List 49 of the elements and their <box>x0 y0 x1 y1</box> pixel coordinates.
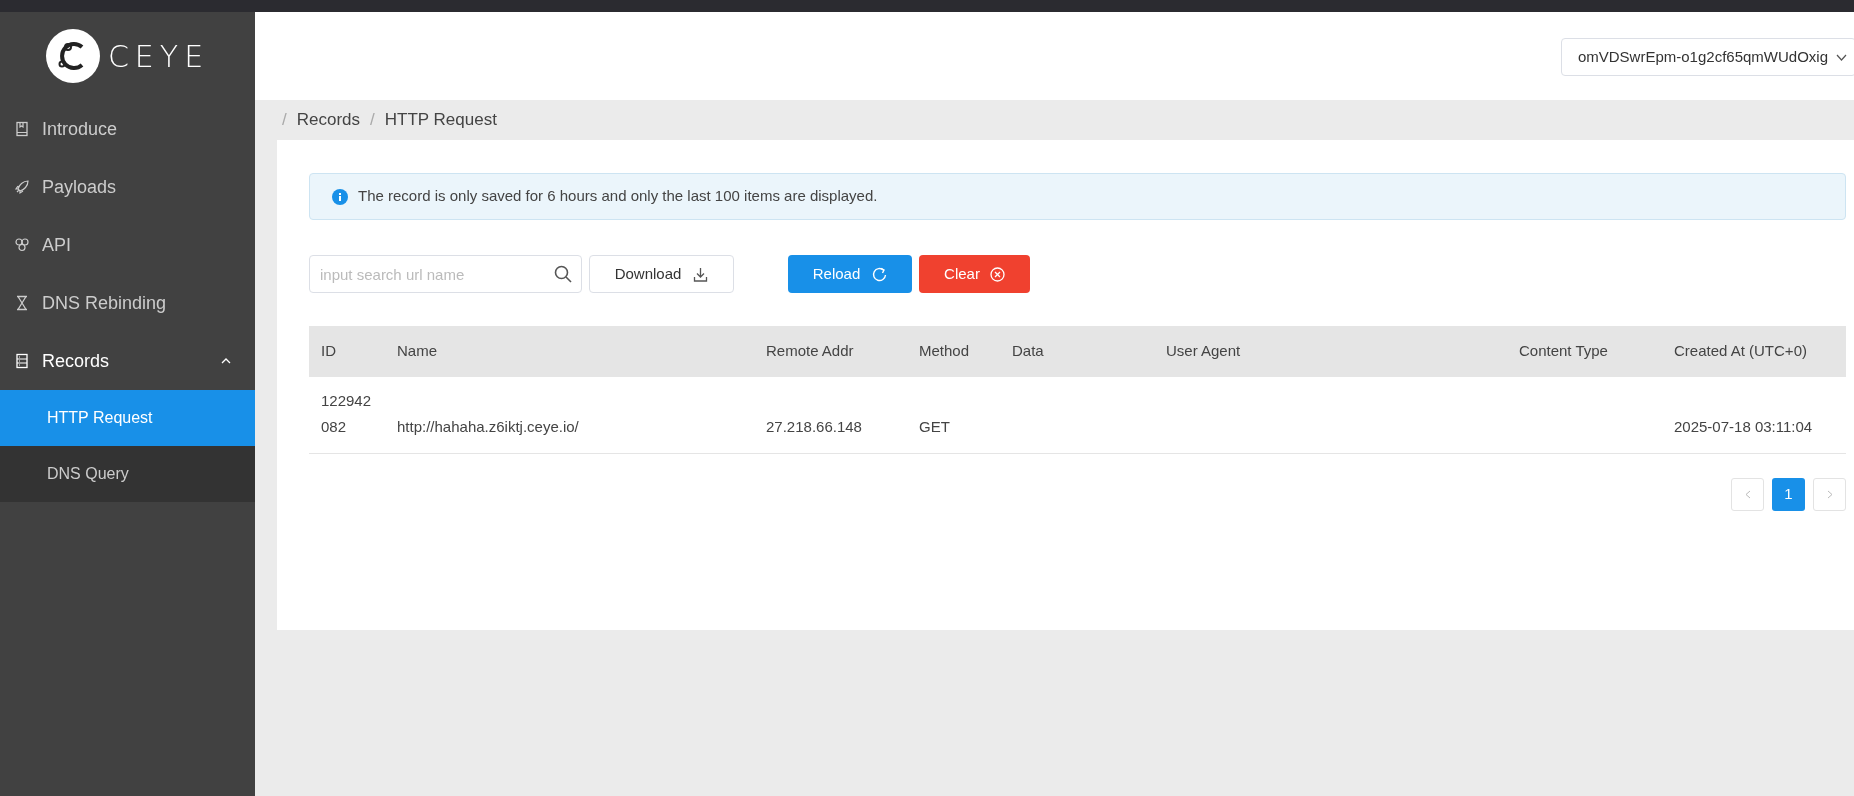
breadcrumb-current: HTTP Request <box>384 109 497 132</box>
column-header: Content Type <box>1507 326 1662 377</box>
sidebar-item[interactable]: Payloads <box>0 158 255 216</box>
logo-text: CEYE <box>107 37 210 76</box>
sidebar-item[interactable]: Records <box>0 332 255 390</box>
hourglass-icon <box>14 295 30 311</box>
breadcrumb-link[interactable]: Records <box>296 107 361 133</box>
download-button[interactable]: Download <box>589 255 734 293</box>
column-header: Method <box>907 326 1000 377</box>
chevron-left-icon <box>1744 489 1751 499</box>
info-icon <box>332 188 348 205</box>
column-header: User Agent <box>1154 326 1507 377</box>
submenu-item[interactable]: DNS Query <box>0 446 255 502</box>
refresh-icon <box>872 266 888 282</box>
search-icon <box>554 265 572 283</box>
column-header: ID <box>309 326 385 377</box>
column-header: Remote Addr <box>754 326 907 377</box>
caret-up-icon <box>221 358 231 364</box>
submenu-item[interactable]: HTTP Request <box>0 390 255 446</box>
table-cell: 2025-07-18 03:11:04 <box>1674 417 1813 435</box>
sidebar-item[interactable]: API <box>0 216 255 274</box>
next-page-button[interactable] <box>1813 477 1846 511</box>
book-icon <box>14 121 30 137</box>
rings-icon <box>14 237 30 253</box>
breadcrumb-separator: / <box>282 109 287 132</box>
caret-down-icon <box>1836 53 1847 61</box>
table-cell: GET <box>919 417 950 435</box>
clear-button[interactable]: Clear <box>919 255 1030 293</box>
search-field[interactable]: input search url name <box>309 255 582 293</box>
alert-text: The record is only saved for 6 hours and only the last 100 items are displayed. <box>358 186 878 207</box>
reload-button[interactable]: Reload <box>788 255 912 293</box>
logo-icon <box>45 29 100 83</box>
table-cell: 27.218.66.148 <box>766 417 862 435</box>
rocket-icon <box>14 179 30 195</box>
sidebar-item[interactable]: DNS Rebinding <box>0 274 255 332</box>
column-header: Created At (UTC+0) <box>1662 326 1846 377</box>
previous-page-button[interactable] <box>1731 477 1764 511</box>
page-button[interactable]: 1 <box>1772 477 1805 511</box>
column-header: Data <box>1000 326 1154 377</box>
column-header: Name <box>385 326 754 377</box>
clear-circle-icon <box>989 266 1005 282</box>
server-icon <box>14 353 30 369</box>
table-cell-text: 122942082 <box>321 390 373 437</box>
table-cell: http://hahaha.z6iktj.ceye.io/ <box>397 417 579 435</box>
sidebar-item[interactable]: Introduce <box>0 100 255 158</box>
breadcrumb-separator: / <box>370 109 375 132</box>
identifier-select[interactable]: omVDSwrEpm-o1g2cf65qmWUdOxig <box>1560 38 1854 76</box>
chevron-right-icon <box>1826 489 1833 499</box>
download-icon <box>693 266 709 282</box>
